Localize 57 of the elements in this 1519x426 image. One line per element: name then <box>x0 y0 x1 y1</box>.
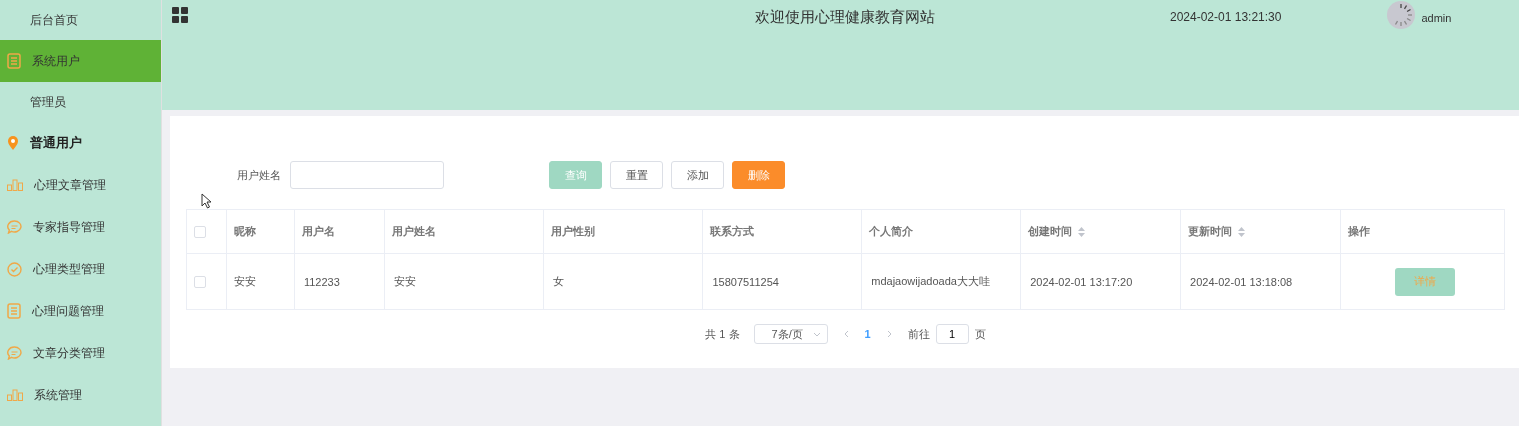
page-suffix: 页 <box>974 326 986 342</box>
column-header[interactable]: 更新时间 <box>1180 209 1341 254</box>
sidebar-item[interactable]: 系统用户 <box>0 40 161 82</box>
column-header: 用户名 <box>294 209 385 254</box>
page-jump-field[interactable]: 1 <box>935 324 969 344</box>
check-circle-icon <box>7 261 22 277</box>
total-count: 共 1 条 <box>705 326 740 342</box>
username[interactable]: admin <box>1421 12 1452 24</box>
reset-button[interactable]: 重置 <box>610 161 663 189</box>
goto-label: 前往 <box>907 326 930 342</box>
column-header: 联系方式 <box>702 209 862 254</box>
sort-icon[interactable] <box>1078 227 1086 238</box>
table-cell: 112233 <box>294 253 385 310</box>
sidebar-item[interactable]: 心理问题管理 <box>0 290 161 332</box>
table-cell: 女 <box>543 253 703 310</box>
column-header[interactable]: 创建时间 <box>1020 209 1181 254</box>
sort-icon[interactable] <box>1238 227 1246 238</box>
next-page-icon[interactable] <box>886 330 892 338</box>
sidebar-item[interactable]: 心理文章管理 <box>0 164 161 206</box>
column-header: 用户性别 <box>543 209 703 254</box>
page-size-select[interactable]: 7条/页 <box>753 324 828 344</box>
previous-page-icon[interactable] <box>843 330 849 338</box>
row-checkbox[interactable] <box>194 275 206 288</box>
name-search-field[interactable] <box>290 161 444 189</box>
document-icon <box>7 53 21 69</box>
bar-chart-icon <box>7 179 23 191</box>
table-cell: mdajaowijadoada大大哇 <box>861 253 1021 310</box>
sidebar-item[interactable]: 系统管理 <box>0 374 161 416</box>
table-cell: 安安 <box>384 253 544 310</box>
select-all-checkbox[interactable] <box>194 225 206 238</box>
column-header: 个人简介 <box>861 209 1021 254</box>
table-cell: 安安 <box>226 253 295 310</box>
table-cell: 2024-02-01 13:18:08 <box>1180 253 1341 310</box>
add-button[interactable]: 添加 <box>671 161 724 189</box>
document-icon <box>7 303 21 319</box>
sidebar-item[interactable]: 心理类型管理 <box>0 248 161 290</box>
field-label: 用户姓名 <box>237 167 281 183</box>
table-cell: 15807511254 <box>702 253 862 310</box>
avatar-icon <box>1387 1 1416 29</box>
sidebar-item[interactable]: 后台首页 <box>0 0 161 40</box>
column-header: 用户姓名 <box>384 209 544 254</box>
bar-chart-icon <box>7 389 23 401</box>
column-header: 操作 <box>1340 209 1505 254</box>
column-header: 昵称 <box>226 209 295 254</box>
sidebar-item[interactable]: 专家指导管理 <box>0 206 161 248</box>
cursor-icon <box>201 193 212 209</box>
sidebar-item[interactable]: 普通用户 <box>0 122 161 164</box>
chat-bubble-icon <box>7 220 22 234</box>
chevron-down-icon <box>812 331 821 337</box>
chat-bubble-icon <box>7 346 22 360</box>
sidebar-item[interactable]: 文章分类管理 <box>0 332 161 374</box>
current-datetime: 2024-02-01 13:21:30 <box>1170 10 1282 24</box>
site-title: 欢迎使用心理健康教育网站 <box>755 8 935 27</box>
location-pin-icon <box>7 135 19 151</box>
table-cell: 2024-02-01 13:17:20 <box>1020 253 1181 310</box>
menu-icon[interactable] <box>172 7 188 23</box>
sidebar-item[interactable]: 管理员 <box>0 82 161 122</box>
